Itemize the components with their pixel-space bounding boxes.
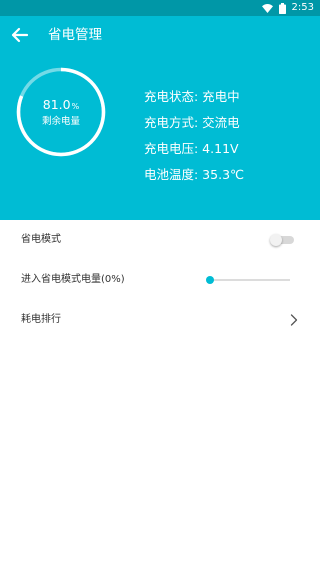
power-saving-threshold-slider[interactable] (206, 273, 290, 287)
battery-header: 省电管理 81.0% 剩余电量 充电状态: 充电中 充电方式: 交流电 充电电压… (0, 16, 320, 220)
slider-thumb[interactable] (206, 276, 214, 284)
battery-remaining-label: 剩余电量 (41, 116, 80, 127)
power-consumption-ranking-row[interactable]: 耗电排行 (0, 300, 320, 340)
app-bar: 省电管理 (0, 16, 320, 54)
page-title: 省电管理 (48, 27, 102, 43)
power-saving-mode-label: 省电模式 (21, 234, 61, 245)
battery-percentage-value: 81.0 (42, 97, 71, 112)
battery-info: 充电状态: 充电中 充电方式: 交流电 充电电压: 4.11V 电池温度: 35… (144, 89, 244, 193)
battery-icon (278, 2, 286, 14)
back-arrow-icon[interactable] (10, 25, 30, 45)
status-icons: 2:53 (261, 1, 314, 15)
power-saving-threshold-row: 进入省电模式电量(0%) (0, 260, 320, 300)
battery-ring: 81.0% 剩余电量 (16, 67, 106, 157)
battery-temperature: 电池温度: 35.3℃ (144, 167, 245, 182)
charging-status: 充电状态: 充电中 (144, 89, 240, 104)
power-consumption-ranking-label: 耗电排行 (21, 314, 61, 325)
power-saving-threshold-label: 进入省电模式电量(0%) (21, 274, 125, 285)
status-time: 2:53 (291, 2, 314, 13)
slider-track (210, 279, 290, 281)
power-saving-mode-row[interactable]: 省电模式 (0, 220, 320, 260)
chevron-right-icon (290, 314, 298, 326)
battery-percentage-unit: % (71, 102, 80, 111)
charging-voltage: 充电电压: 4.11V (144, 141, 239, 156)
wifi-icon (261, 3, 273, 13)
power-saving-mode-toggle[interactable] (270, 234, 294, 246)
battery-percentage: 81.0% (16, 97, 106, 115)
status-bar: 2:53 (0, 0, 320, 16)
charging-method: 充电方式: 交流电 (144, 115, 240, 130)
toggle-thumb (270, 234, 282, 246)
settings-list: 省电模式 进入省电模式电量(0%) 耗电排行 (0, 220, 320, 340)
